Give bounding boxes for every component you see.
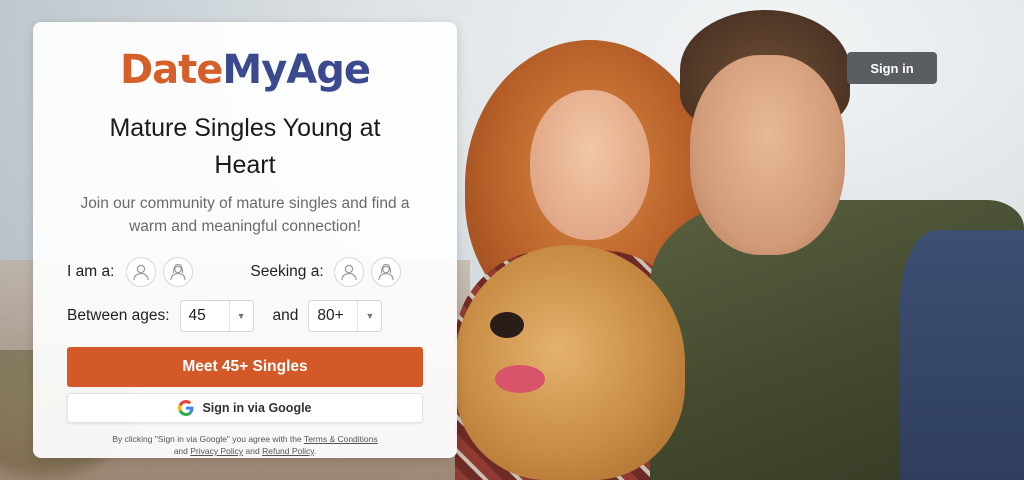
photo-dog-tongue — [495, 365, 545, 393]
age-min-value: 45 — [188, 307, 206, 324]
privacy-policy-link[interactable]: Privacy Policy — [190, 446, 243, 456]
logo-part-myage: MyAge — [222, 47, 371, 93]
seeking-label: Seeking a: — [250, 263, 324, 280]
ages-label: Between ages: — [67, 307, 170, 324]
page-subtext: Join our community of mature singles and… — [80, 195, 410, 235]
photo-man-face — [690, 55, 845, 255]
legal-prefix: By clicking "Sign in via Google" you agr… — [112, 434, 302, 444]
google-icon — [178, 400, 194, 416]
site-logo[interactable]: DateMyAge — [67, 48, 423, 92]
seeking-male-option[interactable] — [333, 257, 364, 287]
chevron-down-icon: ▼ — [228, 301, 253, 331]
iam-male-option[interactable] — [126, 257, 157, 287]
google-signin-label: Sign in via Google — [202, 401, 312, 415]
iam-label: I am a: — [67, 263, 115, 280]
legal-and-1: and — [173, 446, 188, 456]
legal-and-2: and — [245, 446, 260, 456]
age-min-select[interactable]: 45 ▼ — [179, 300, 254, 332]
and-label: and — [272, 307, 299, 324]
logo-part-date: Date — [119, 47, 223, 93]
female-avatar-icon — [170, 263, 186, 281]
gender-row: I am a: Seeking a: — [67, 256, 423, 288]
photo-woman-face — [530, 90, 650, 240]
female-avatar-icon — [378, 263, 394, 281]
seeking-female-option[interactable] — [370, 257, 401, 287]
refund-policy-link[interactable]: Refund Policy — [262, 446, 314, 456]
photo-dog — [455, 245, 685, 480]
age-max-select[interactable]: 80+ ▼ — [308, 300, 383, 332]
male-avatar-icon — [341, 264, 357, 281]
chevron-down-icon: ▼ — [357, 301, 381, 331]
age-range-row: Between ages: 45 ▼ and 80+ ▼ — [67, 300, 423, 332]
signup-card: DateMyAge Mature Singles Young at Heart … — [33, 22, 457, 458]
meet-singles-button[interactable]: Meet 45+ Singles — [67, 347, 423, 387]
signin-button[interactable]: Sign in — [847, 52, 937, 84]
google-signin-button[interactable]: Sign in via Google — [67, 393, 423, 423]
page-headline: Mature Singles Young at Heart — [109, 114, 381, 179]
terms-link[interactable]: Terms & Conditions — [304, 434, 378, 444]
male-avatar-icon — [133, 264, 149, 281]
age-max-value: 80+ — [317, 307, 344, 324]
legal-notice: By clicking "Sign in via Google" you agr… — [67, 433, 423, 457]
legal-suffix: . — [313, 446, 317, 456]
iam-female-option[interactable] — [163, 257, 194, 287]
photo-man-arm — [900, 230, 1024, 480]
photo-dog-nose — [490, 312, 524, 338]
